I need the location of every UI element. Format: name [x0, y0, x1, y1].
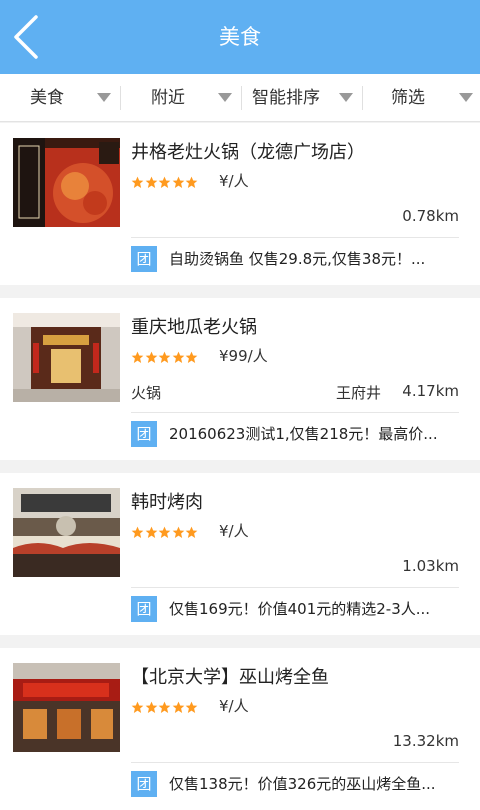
rating-stars [131, 699, 199, 714]
caret-down-icon [339, 93, 353, 102]
filter-screen[interactable]: 筛选 [363, 74, 480, 122]
star-icon [185, 526, 198, 539]
price-per-person: ¥/人 [219, 172, 249, 190]
filter-category[interactable]: 美食 [0, 74, 120, 122]
restaurant-photo [13, 138, 120, 227]
star-icon [172, 701, 184, 714]
star-icon [158, 176, 171, 189]
card-divider [131, 587, 459, 588]
filter-sort[interactable]: 智能排序 [242, 74, 362, 122]
star-icon [185, 701, 198, 714]
distance: 4.17km [402, 382, 459, 400]
restaurant-name: 重庆地瓜老火锅 [131, 317, 257, 338]
filter-bar: 美食 附近 智能排序 筛选 [0, 74, 480, 122]
star-icon [172, 176, 184, 189]
group-buy-badge: 团 [131, 771, 157, 797]
deal-description[interactable]: 20160623测试1,仅售218元！最高价... [169, 423, 438, 444]
star-icon [131, 176, 144, 189]
restaurant-photo [13, 488, 120, 577]
caret-down-icon [459, 93, 473, 102]
caret-down-icon [97, 93, 111, 102]
price-per-person: ¥/人 [219, 697, 249, 715]
restaurant-photo [13, 313, 120, 402]
filter-label: 筛选 [391, 88, 425, 108]
distance: 0.78km [402, 207, 459, 225]
star-icon [131, 701, 144, 714]
area-label: 王府井 [336, 384, 382, 402]
card-divider [131, 412, 459, 413]
price-per-person: ¥99/人 [219, 347, 268, 365]
restaurant-card[interactable]: 韩时烤肉 ¥/人 1.03km 团 仅售169元！价值401元的精选2-3人..… [0, 473, 480, 635]
price-per-person: ¥/人 [219, 522, 249, 540]
page-title: 美食 [219, 25, 261, 49]
restaurant-name: 井格老灶火锅（龙德广场店） [131, 142, 365, 163]
star-icon [145, 351, 157, 364]
star-icon [158, 701, 171, 714]
group-buy-badge: 团 [131, 596, 157, 622]
filter-label: 附近 [151, 88, 185, 108]
filter-label: 智能排序 [252, 88, 320, 108]
rating-stars [131, 349, 199, 364]
star-icon [145, 176, 157, 189]
distance: 13.32km [392, 732, 459, 750]
filter-label: 美食 [30, 88, 64, 108]
restaurant-card[interactable]: 井格老灶火锅（龙德广场店） ¥/人 0.78km 团 自助烫锅鱼 仅售29.8元… [0, 123, 480, 285]
star-icon [172, 526, 184, 539]
caret-down-icon [218, 93, 232, 102]
group-buy-badge: 团 [131, 421, 157, 447]
rating-stars [131, 524, 199, 539]
restaurant-name: 韩时烤肉 [131, 492, 203, 513]
restaurant-photo [13, 663, 120, 752]
deal-description[interactable]: 自助烫锅鱼 仅售29.8元,仅售38元！... [169, 248, 425, 269]
star-icon [131, 526, 144, 539]
deal-description[interactable]: 仅售169元！价值401元的精选2-3人... [169, 598, 430, 619]
star-icon [185, 176, 198, 189]
star-icon [145, 526, 157, 539]
card-divider [131, 237, 459, 238]
top-bar: 美食 [0, 0, 480, 74]
restaurant-name: 【北京大学】巫山烤全鱼 [131, 667, 329, 688]
star-icon [145, 701, 157, 714]
category-label: 火锅 [131, 384, 162, 402]
star-icon [158, 526, 171, 539]
deal-description[interactable]: 仅售138元！价值326元的巫山烤全鱼... [169, 773, 436, 794]
restaurant-card[interactable]: 重庆地瓜老火锅 ¥99/人 火锅 王府井 4.17km 团 20160623测试… [0, 298, 480, 460]
star-icon [185, 351, 198, 364]
filter-nearby[interactable]: 附近 [121, 74, 241, 122]
group-buy-badge: 团 [131, 246, 157, 272]
distance: 1.03km [402, 557, 459, 575]
restaurant-card[interactable]: 【北京大学】巫山烤全鱼 ¥/人 13.32km 团 仅售138元！价值326元的… [0, 648, 480, 810]
card-divider [131, 762, 459, 763]
star-icon [172, 351, 184, 364]
rating-stars [131, 174, 199, 189]
star-icon [131, 351, 144, 364]
star-icon [158, 351, 171, 364]
